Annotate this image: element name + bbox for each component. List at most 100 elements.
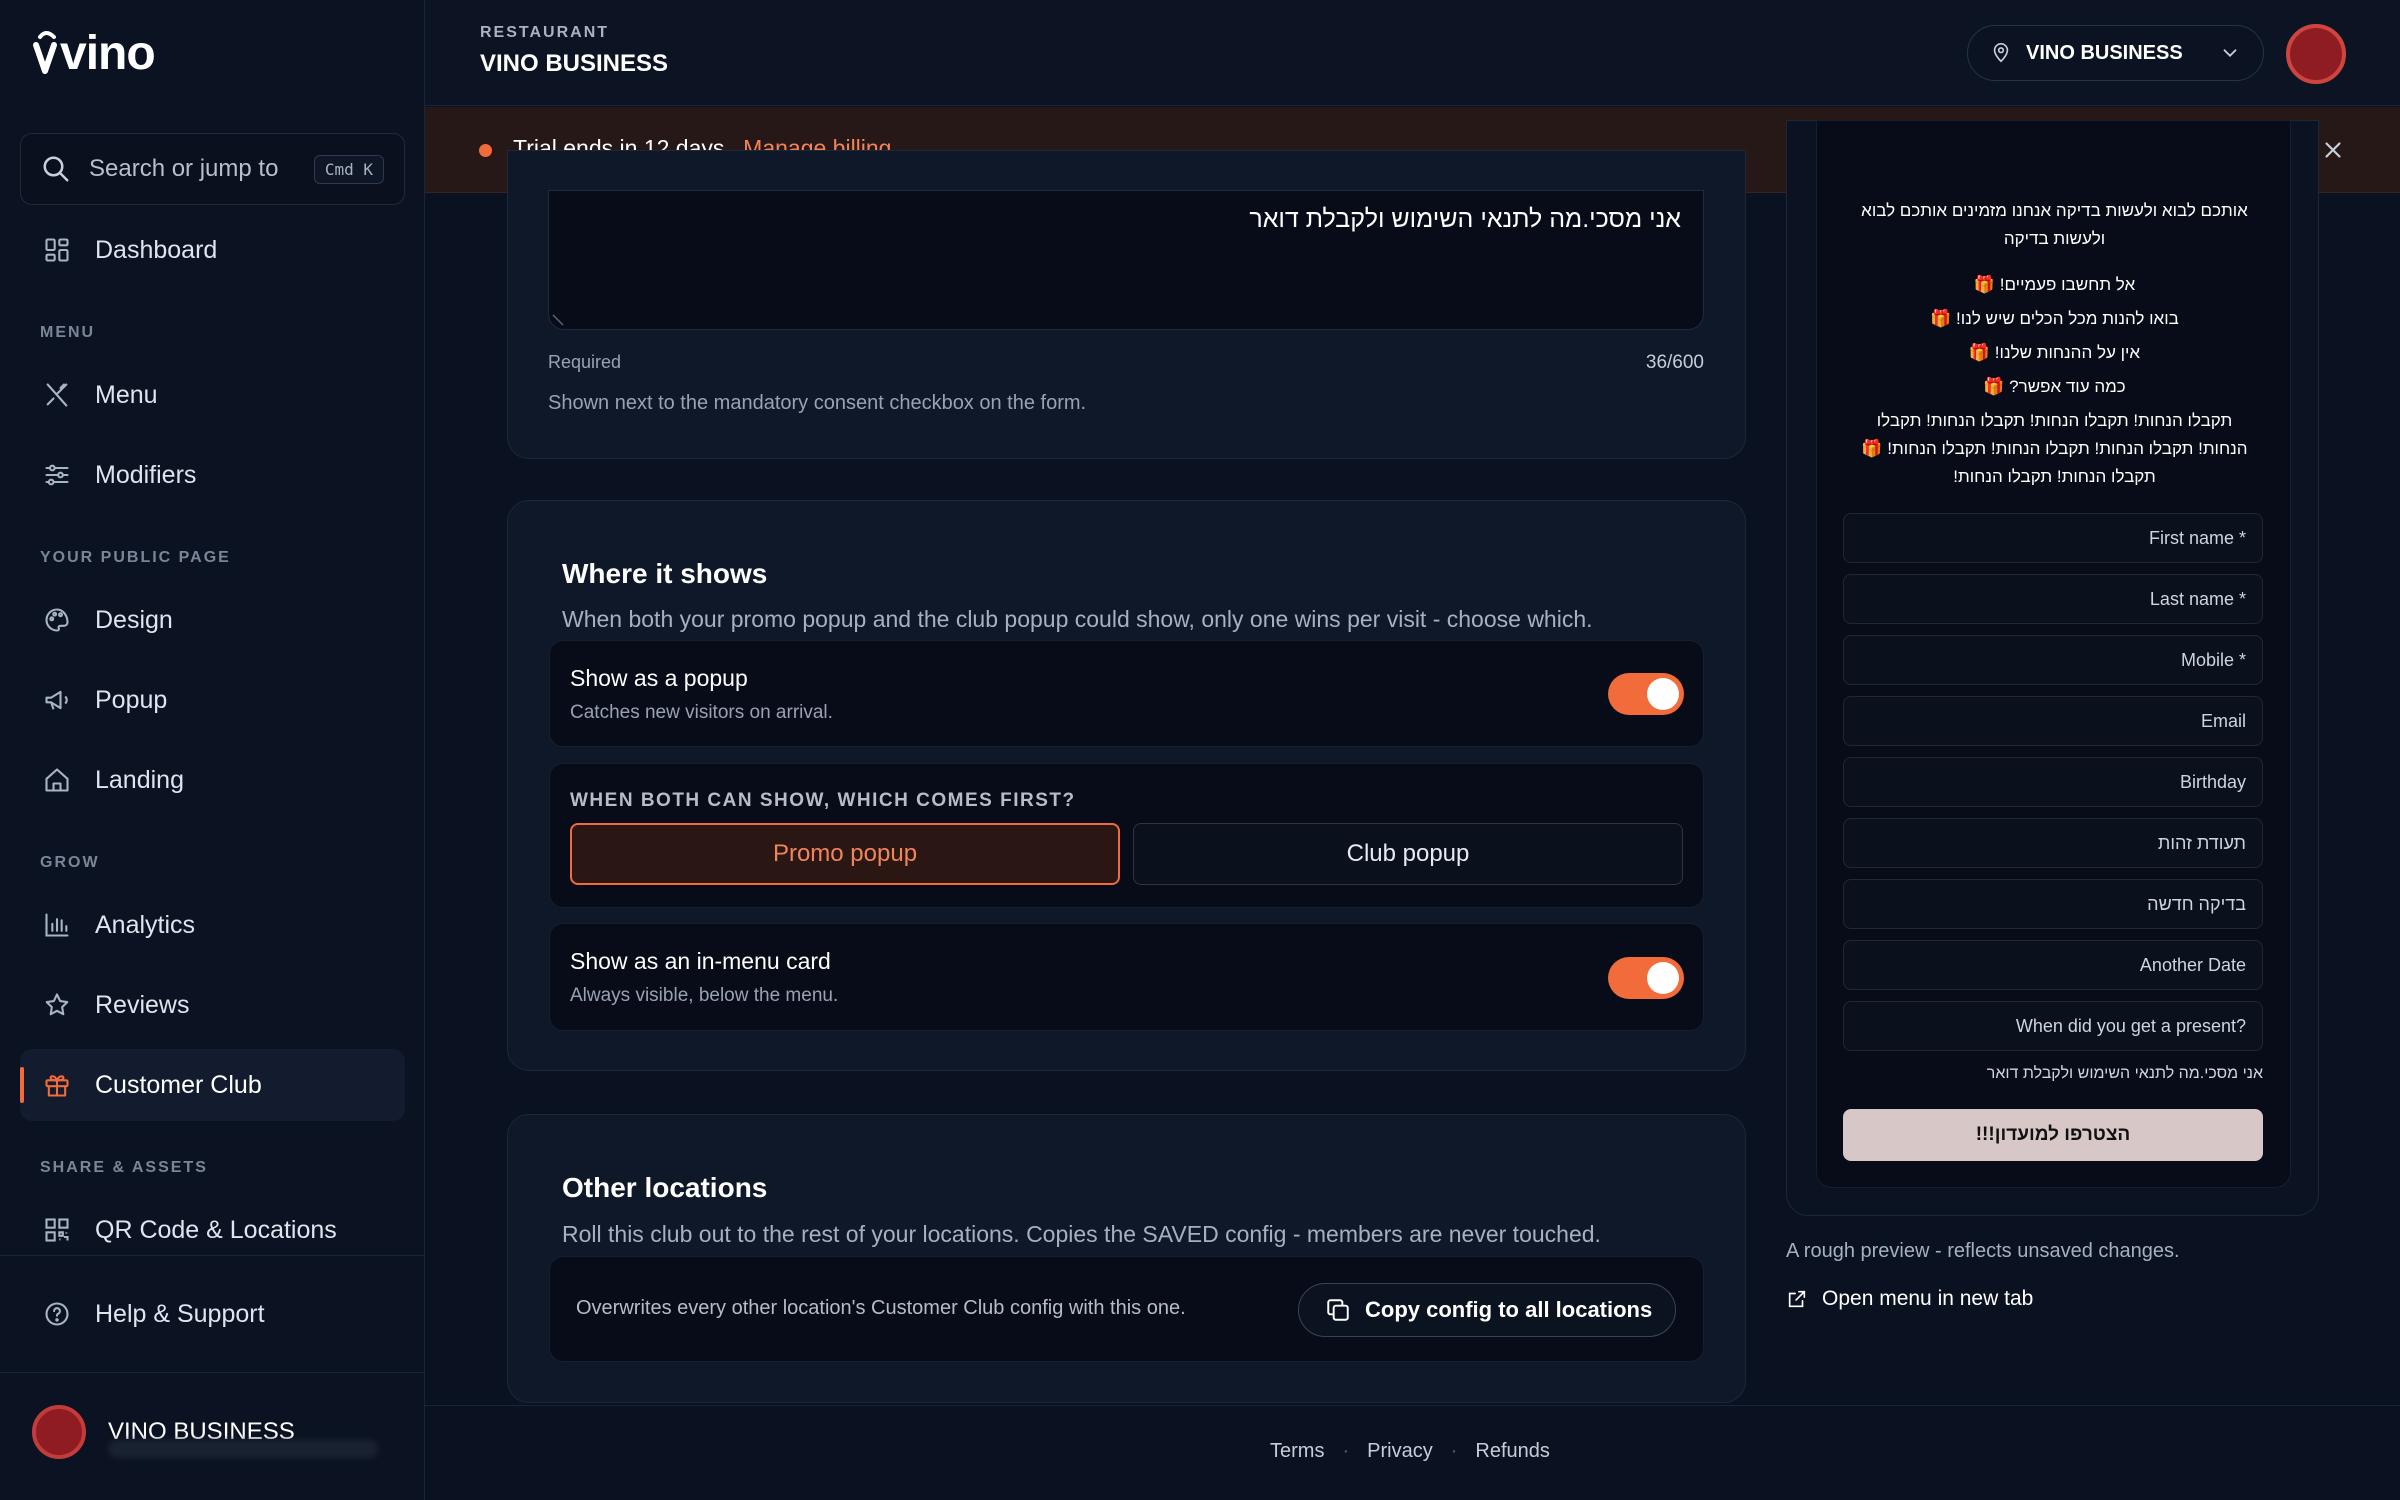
help-circle-icon <box>40 1297 74 1331</box>
sidebar-item-help[interactable]: Help & Support <box>20 1278 405 1350</box>
sidebar-item-label: Design <box>95 605 173 634</box>
preview-join-button[interactable]: הצטרפו למועדון!!! <box>1843 1109 2263 1161</box>
sidebar-item-design[interactable]: Design <box>20 584 405 656</box>
section-grow: GROW <box>40 854 100 871</box>
preview-intro-2: ולעשות בדיקה <box>2003 229 2106 248</box>
close-icon <box>2325 142 2341 158</box>
divider <box>0 1372 424 1373</box>
consent-help: Shown next to the mandatory consent chec… <box>548 392 1087 414</box>
divider <box>0 1255 424 1256</box>
preview-promo-2: הנחות! תקבלו הנחות! תקבלו הנחות! תקבלו ה… <box>1861 439 2248 458</box>
promo-popup-option[interactable]: Promo popup <box>570 823 1120 885</box>
sidebar-item-dashboard[interactable]: Dashboard <box>20 214 405 286</box>
copy-config-button[interactable]: Copy config to all locations <box>1298 1283 1676 1337</box>
in-menu-option-title: Show as an in-menu card <box>570 948 831 974</box>
sidebar-item-label: Landing <box>95 765 184 794</box>
bar-chart-icon <box>40 908 74 942</box>
preview-intro-1: אותכם לבוא ולעשות בדיקה אנחנו מזמינים או… <box>1861 201 2248 220</box>
footer-links: Terms · Privacy · Refunds <box>1270 1440 1550 1463</box>
account-avatar[interactable] <box>2286 24 2346 84</box>
popup-option-title: Show as a popup <box>570 665 748 691</box>
sidebar-item-reviews[interactable]: Reviews <box>20 969 405 1041</box>
qr-code-icon <box>40 1213 74 1247</box>
location-name: VINO BUSINESS <box>2026 41 2183 64</box>
utensils-icon <box>40 378 74 412</box>
preview-field-new-test[interactable]: בדיקה חדשה <box>1843 879 2263 929</box>
where-title: Where it shows <box>562 558 768 589</box>
sidebar-item-label: Analytics <box>95 910 196 939</box>
sidebar-item-label: Help & Support <box>95 1299 265 1328</box>
resize-handle-icon[interactable] <box>551 313 565 327</box>
sidebar-item-label: Dashboard <box>95 235 218 264</box>
char-counter: 36/600 <box>1645 352 1704 373</box>
sidebar-item-menu[interactable]: Menu <box>20 359 405 431</box>
open-menu-label: Open menu in new tab <box>1822 1287 2034 1310</box>
location-selector[interactable]: VINO BUSINESS <box>1967 25 2264 81</box>
preview-field-id[interactable]: תעודת זהות <box>1843 818 2263 868</box>
avatar <box>32 1405 86 1459</box>
sidebar-item-analytics[interactable]: Analytics <box>20 889 405 961</box>
terms-link[interactable]: Terms <box>1270 1440 1324 1463</box>
separator: · <box>1342 1440 1350 1462</box>
preview-field-mobile[interactable]: * Mobile <box>1843 635 2263 685</box>
preview-note: A rough preview - reflects unsaved chang… <box>1786 1240 2180 1262</box>
section-share-assets: SHARE & ASSETS <box>40 1159 208 1176</box>
sidebar-item-label: Customer Club <box>95 1070 262 1099</box>
grape-icon <box>33 30 57 74</box>
restaurant-name: VINO BUSINESS <box>480 50 669 77</box>
map-pin-icon <box>1993 43 2009 63</box>
club-popup-option[interactable]: Club popup <box>1133 823 1683 885</box>
logo-text: vino <box>60 27 156 80</box>
home-icon <box>40 763 74 797</box>
sidebar: vino Search or jump to Cmd K Dashboard M… <box>0 0 425 1500</box>
copy-config-label: Copy config to all locations <box>1365 1297 1653 1322</box>
sidebar-item-label: Reviews <box>95 990 190 1019</box>
sidebar-item-label: Popup <box>95 685 168 714</box>
sliders-icon <box>40 458 74 492</box>
restaurant-label: RESTAURANT <box>480 24 610 41</box>
priority-label: WHEN BOTH CAN SHOW, WHICH COMES FIRST? <box>570 790 1076 811</box>
preview-field-present[interactable]: ?When did you get a present <box>1843 1001 2263 1051</box>
sidebar-item-customer-club[interactable]: Customer Club <box>20 1049 405 1121</box>
preview-bullet: אין על ההנחות שלנו! 🎁 <box>1968 343 2141 362</box>
preview-field-email[interactable]: Email <box>1843 696 2263 746</box>
popup-toggle[interactable] <box>1608 673 1684 715</box>
gift-icon <box>40 1068 74 1102</box>
section-menu: MENU <box>40 324 96 341</box>
other-subtitle: Roll this club out to the rest of your l… <box>562 1221 1601 1247</box>
preview-phone: אותכם לבוא ולעשות בדיקה אנחנו מזמינים או… <box>1816 120 2291 1188</box>
preview-field-last-name[interactable]: * Last name <box>1843 574 2263 624</box>
section-public-page: YOUR PUBLIC PAGE <box>40 549 231 566</box>
sidebar-item-landing[interactable]: Landing <box>20 744 405 816</box>
privacy-link[interactable]: Privacy <box>1367 1440 1433 1463</box>
in-menu-option: Show as an in-menu card Always visible, … <box>549 923 1704 1031</box>
megaphone-icon <box>40 683 74 717</box>
preview-field-first-name[interactable]: * First name <box>1843 513 2263 563</box>
in-menu-toggle[interactable] <box>1608 957 1684 999</box>
preview-field-another-date[interactable]: Another Date <box>1843 940 2263 990</box>
refunds-link[interactable]: Refunds <box>1475 1440 1550 1463</box>
preview-bullet: כמה עוד אפשר? 🎁 <box>1983 377 2126 396</box>
in-menu-option-sub: Always visible, below the menu. <box>570 985 839 1006</box>
consent-textarea[interactable]: אני מסכי.מה לתנאי השימוש ולקבלת דואר <box>548 190 1704 330</box>
sidebar-item-popup[interactable]: Popup <box>20 664 405 736</box>
sidebar-item-label: Menu <box>95 380 158 409</box>
priority-option: WHEN BOTH CAN SHOW, WHICH COMES FIRST? P… <box>549 763 1704 908</box>
vino-logo[interactable]: vino <box>32 26 156 81</box>
chevron-down-icon <box>2223 49 2237 58</box>
copy-config-note: Overwrites every other location's Custom… <box>576 1297 1186 1319</box>
search-shortcut: Cmd K <box>313 154 384 184</box>
open-menu-link[interactable]: Open menu in new tab <box>1786 1287 2033 1311</box>
sidebar-item-label: QR Code & Locations <box>95 1215 337 1244</box>
search-placeholder: Search or jump to <box>89 155 279 182</box>
sidebar-item-label: Modifiers <box>95 460 197 489</box>
external-link-icon <box>1788 1290 1806 1308</box>
dashboard-icon <box>40 233 74 267</box>
popup-option: Show as a popup Catches new visitors on … <box>549 640 1704 747</box>
preview-field-birthday[interactable]: Birthday <box>1843 757 2263 807</box>
search-input[interactable]: Search or jump to Cmd K <box>20 133 405 205</box>
close-banner-button[interactable] <box>2320 137 2346 163</box>
status-dot <box>479 144 492 157</box>
sidebar-item-modifiers[interactable]: Modifiers <box>20 439 405 511</box>
user-email-blurred <box>108 1440 378 1458</box>
